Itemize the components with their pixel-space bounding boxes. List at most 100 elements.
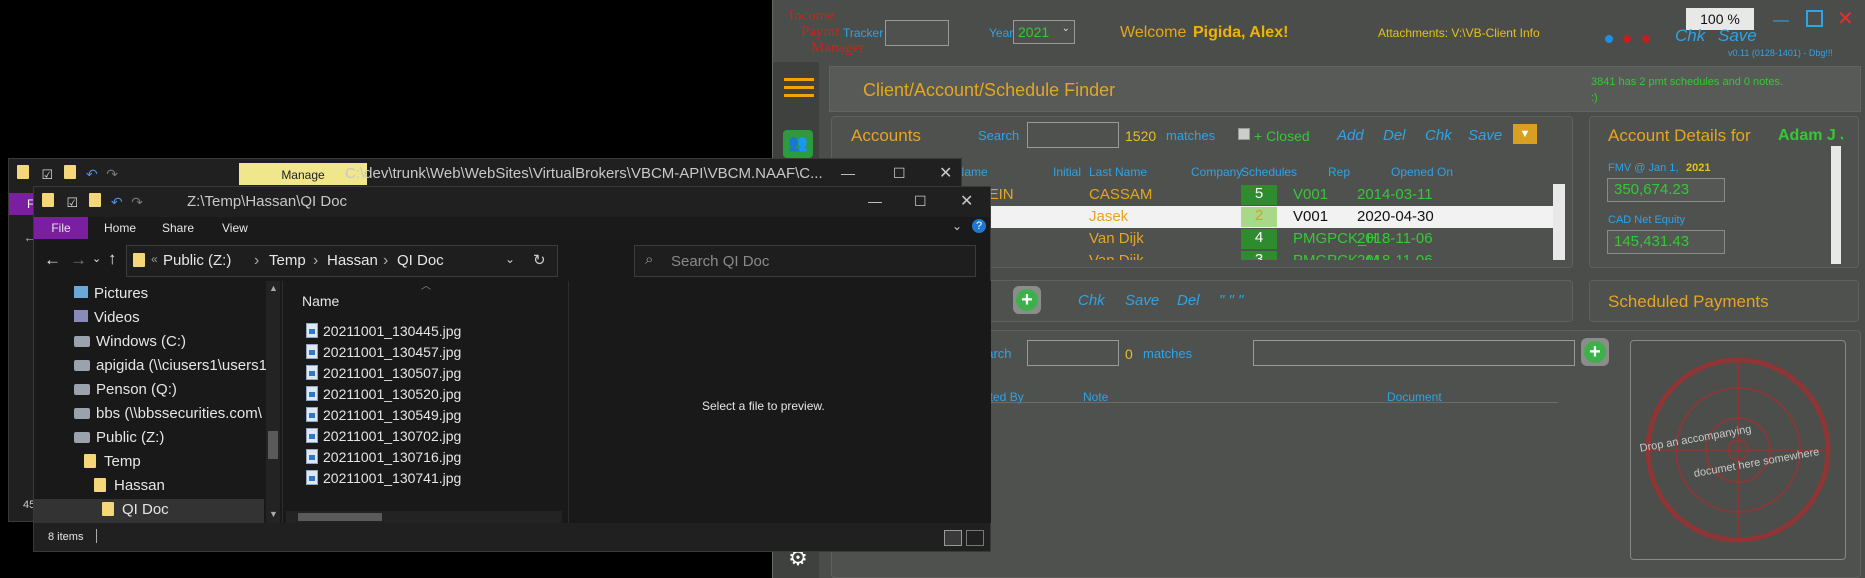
refresh-icon[interactable]: ↻ (533, 251, 546, 269)
accounts-scrollbar[interactable] (1553, 184, 1565, 260)
help-icon[interactable]: ? (972, 219, 986, 233)
back-arrow-icon[interactable]: ← (44, 250, 61, 270)
close-button[interactable]: ✕ (1837, 6, 1854, 31)
forward-arrow-icon[interactable]: → (70, 250, 87, 270)
large-icons-view-icon[interactable] (966, 530, 984, 546)
horizontal-scrollbar[interactable] (286, 511, 562, 523)
column-name[interactable]: Name (302, 293, 339, 309)
explorer-window[interactable]: ☑ ↶ ↷ Z:\Temp\Hassan\QI Doc — ☐ ✕ File H… (33, 186, 991, 552)
details-scrollbar[interactable] (1831, 146, 1841, 264)
column-schedules[interactable]: Schedules (1241, 165, 1297, 179)
scheduled-payments-title[interactable]: Scheduled Payments (1608, 292, 1769, 312)
file-item[interactable]: 20211001_130716.jpg (306, 449, 461, 465)
breadcrumb-public[interactable]: Public (Z:) (163, 252, 231, 269)
address-bar[interactable]: « Public (Z:) › Temp › Hassan › QI Doc ⌄… (126, 245, 558, 277)
year-select[interactable]: 2021 ⌄ (1013, 20, 1075, 44)
file-item[interactable]: 20211001_130445.jpg (306, 323, 461, 339)
close-button[interactable]: ✕ (960, 191, 973, 211)
file-item[interactable]: 20211001_130507.jpg (306, 365, 461, 381)
horizontal-scrollbar-thumb[interactable] (298, 513, 382, 521)
search-box[interactable]: ⌕ Search QI Doc (634, 245, 976, 277)
accounts-search-input[interactable] (1027, 122, 1119, 148)
closed-checkbox[interactable] (1238, 128, 1250, 140)
breadcrumb-temp[interactable]: Temp (269, 252, 306, 269)
fmv-value[interactable]: 350,674.23 (1607, 178, 1725, 202)
chevron-down-icon[interactable]: ⌄ (952, 219, 962, 233)
up-arrow-icon[interactable]: ↑ (108, 249, 117, 269)
column-company[interactable]: Company (1191, 165, 1242, 179)
tree-item-videos[interactable]: Videos (74, 309, 140, 326)
maximize-button[interactable]: ☐ (914, 193, 927, 210)
checkmark-icon[interactable]: ☑ (66, 195, 78, 210)
file-item[interactable]: 20211001_130702.jpg (306, 428, 461, 444)
file-item[interactable]: 20211001_130549.jpg (306, 407, 461, 423)
hamburger-menu-icon[interactable] (784, 78, 814, 100)
save-button[interactable]: Save (1718, 26, 1757, 46)
breadcrumb-overflow[interactable]: « (151, 252, 158, 266)
check-account-button[interactable]: Chk (1425, 127, 1452, 144)
file-item[interactable]: 20211001_130520.jpg (306, 386, 461, 402)
scroll-down-icon[interactable]: ▼ (269, 509, 278, 519)
add-account-button[interactable]: Add (1337, 127, 1364, 144)
undo-icon[interactable]: ↶ (111, 194, 123, 210)
save-schedule-button[interactable]: Save (1125, 292, 1159, 309)
column-opened-on[interactable]: Opened On (1391, 165, 1453, 179)
file-tab[interactable]: File (34, 217, 88, 239)
add-schedule-button[interactable]: + (1013, 286, 1041, 314)
redo-icon[interactable]: ↷ (106, 166, 118, 182)
recent-locations-icon[interactable]: ⌄ (92, 252, 101, 265)
tree-item-qidoc[interactable]: QI Doc (102, 501, 169, 518)
tracker-input[interactable] (885, 20, 949, 46)
tree-item-pictures[interactable]: Pictures (74, 285, 148, 302)
checkmark-icon[interactable]: ☑ (41, 167, 53, 182)
delete-schedule-button[interactable]: Del (1177, 292, 1200, 309)
attachments-path[interactable]: Attachments: V:\VB-Client Info (1378, 26, 1540, 40)
chk-button[interactable]: Chk (1675, 26, 1705, 46)
breadcrumb-hassan[interactable]: Hassan (327, 252, 378, 269)
tree-item-temp[interactable]: Temp (84, 453, 141, 470)
redo-icon[interactable]: ↷ (131, 194, 143, 210)
save-account-button[interactable]: Save (1468, 127, 1502, 144)
filter-dropdown-icon[interactable]: ▼ (1513, 124, 1537, 144)
cad-net-equity-value[interactable]: 145,431.43 (1607, 230, 1725, 254)
tree-item-apigida[interactable]: apigida (\\ciusers1\users1 (74, 357, 267, 374)
column-rep[interactable]: Rep (1328, 165, 1350, 179)
chevron-down-icon[interactable]: ⌄ (505, 252, 515, 266)
tree-item-bbs[interactable]: bbs (\\bbssecurities.com\ (74, 405, 262, 422)
view-tab[interactable]: View (222, 221, 248, 235)
share-tab[interactable]: Share (162, 221, 194, 235)
tree-item-penson[interactable]: Penson (Q:) (74, 381, 177, 398)
tree-item-hassan[interactable]: Hassan (94, 477, 165, 494)
close-button[interactable]: ✕ (939, 163, 952, 183)
add-note-button[interactable]: + (1581, 338, 1609, 366)
details-view-icon[interactable] (944, 530, 962, 546)
sort-up-icon: ︿ (421, 281, 431, 292)
column-last-name[interactable]: Last Name (1089, 165, 1147, 179)
delete-account-button[interactable]: Del (1383, 127, 1406, 144)
search-input[interactable]: Search QI Doc (671, 253, 769, 270)
file-item[interactable]: 20211001_130741.jpg (306, 470, 461, 486)
minimize-button[interactable]: — (841, 165, 855, 181)
clients-icon[interactable]: 👥 (783, 130, 813, 158)
undo-icon[interactable]: ↶ (86, 166, 98, 182)
scroll-up-icon[interactable]: ▲ (269, 283, 278, 293)
check-schedule-button[interactable]: Chk (1078, 292, 1105, 309)
tree-item-public-z[interactable]: Public (Z:) (74, 429, 164, 446)
new-note-input[interactable] (1253, 340, 1575, 366)
minimize-button[interactable]: — (868, 193, 882, 209)
schedule-extra-button[interactable]: " " " (1219, 292, 1243, 309)
search-icon: ⌕ (645, 251, 654, 268)
minimize-button[interactable]: — (1773, 12, 1789, 30)
tree-scrollbar-thumb[interactable] (268, 431, 278, 459)
document-drop-zone[interactable]: Drop an accompanying documet here somewh… (1630, 340, 1846, 560)
home-tab[interactable]: Home (104, 221, 136, 235)
maximize-button[interactable] (1806, 10, 1823, 27)
cell-opened-on: 2018-11-06 (1357, 252, 1433, 260)
column-initial[interactable]: Initial (1053, 165, 1081, 179)
tree-item-windows-c[interactable]: Windows (C:) (74, 333, 186, 350)
breadcrumb-qidoc[interactable]: QI Doc (397, 252, 444, 269)
maximize-button[interactable]: ☐ (893, 165, 906, 182)
tree-scrollbar[interactable] (266, 281, 280, 523)
file-item[interactable]: 20211001_130457.jpg (306, 344, 461, 360)
notes-search-input[interactable] (1027, 340, 1119, 366)
